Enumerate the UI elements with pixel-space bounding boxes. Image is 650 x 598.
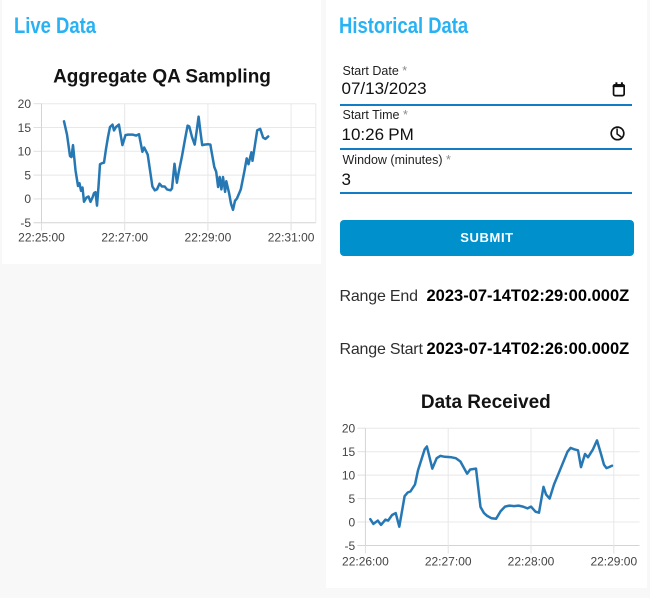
svg-text:22:29:00: 22:29:00	[590, 555, 637, 569]
svg-text:-5: -5	[20, 216, 31, 230]
svg-text:-5: -5	[345, 539, 356, 553]
svg-text:22:31:00: 22:31:00	[268, 231, 315, 245]
svg-text:22:27:00: 22:27:00	[101, 231, 148, 245]
svg-text:5: 5	[349, 492, 356, 506]
svg-text:10: 10	[342, 468, 356, 482]
svg-text:20: 20	[18, 97, 32, 111]
svg-text:22:28:00: 22:28:00	[508, 555, 555, 569]
svg-text:22:26:00: 22:26:00	[342, 555, 389, 569]
svg-text:15: 15	[18, 121, 32, 135]
svg-text:22:25:00: 22:25:00	[18, 231, 65, 245]
svg-text:Aggregate QA Sampling: Aggregate QA Sampling	[53, 66, 271, 87]
svg-text:22:29:00: 22:29:00	[185, 231, 232, 245]
svg-text:10: 10	[18, 145, 32, 159]
svg-text:20: 20	[342, 422, 356, 436]
svg-text:0: 0	[24, 192, 31, 206]
svg-text:15: 15	[342, 445, 356, 459]
svg-text:5: 5	[24, 168, 31, 182]
svg-text:Data Received: Data Received	[421, 392, 551, 413]
svg-text:22:27:00: 22:27:00	[425, 555, 472, 569]
svg-text:0: 0	[349, 515, 356, 529]
